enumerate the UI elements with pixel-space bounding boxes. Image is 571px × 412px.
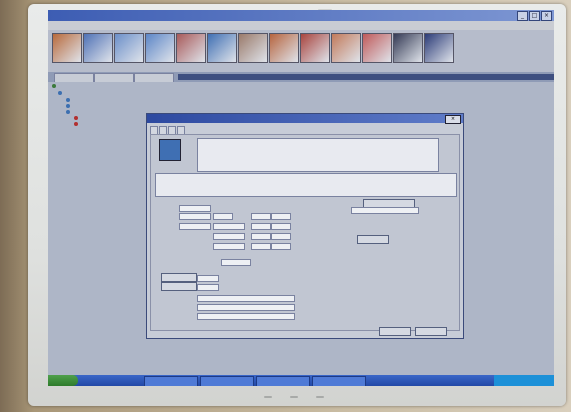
panel-button[interactable]	[161, 273, 197, 282]
item-icon	[66, 104, 70, 108]
toolbar-button-label	[360, 63, 392, 69]
toolbar-button-label	[50, 63, 82, 69]
item-icon	[66, 110, 70, 114]
text-field[interactable]	[179, 205, 211, 212]
header-text-box	[197, 138, 439, 172]
system-tray	[494, 375, 554, 386]
toolbar-button[interactable]	[331, 33, 361, 63]
toolbar-button[interactable]	[269, 33, 299, 63]
dialog-icon	[159, 139, 181, 161]
toolbar-button-label	[112, 63, 144, 69]
tree-node[interactable]	[74, 116, 80, 120]
folder-icon	[58, 91, 62, 95]
text-field[interactable]	[271, 213, 291, 220]
toolbar-button-label	[391, 63, 423, 69]
dialog-tabs	[150, 126, 185, 135]
text-field[interactable]	[251, 213, 271, 220]
item-icon	[74, 122, 78, 126]
menu-bar	[48, 21, 554, 30]
text-field[interactable]	[251, 233, 271, 240]
text-field[interactable]	[271, 233, 291, 240]
dialog-panel	[150, 134, 460, 331]
toolbar	[48, 30, 554, 72]
toolbar-button[interactable]	[176, 33, 206, 63]
panel-button[interactable]	[161, 282, 197, 291]
toolbar-button[interactable]	[393, 33, 423, 63]
taskbar-item[interactable]	[312, 376, 366, 386]
maximize-button[interactable]: □	[529, 11, 540, 21]
text-field[interactable]	[221, 259, 251, 266]
text-field[interactable]	[351, 207, 419, 214]
text-field[interactable]	[251, 223, 271, 230]
toolbar-button-label	[143, 63, 175, 69]
start-button[interactable]	[48, 375, 78, 386]
toolbar-button[interactable]	[300, 33, 330, 63]
close-button[interactable]: ×	[541, 11, 552, 21]
taskbar-item[interactable]	[256, 376, 310, 386]
tree-node[interactable]	[58, 91, 64, 95]
toolbar-button[interactable]	[114, 33, 144, 63]
text-field[interactable]	[271, 243, 291, 250]
ok-button[interactable]	[379, 327, 411, 336]
text-field[interactable]	[251, 243, 271, 250]
text-field[interactable]	[197, 304, 295, 311]
tree-node[interactable]	[66, 98, 72, 102]
text-field[interactable]	[213, 243, 245, 250]
toolbar-button-label	[422, 63, 454, 69]
window-controls: _ □ ×	[517, 11, 552, 21]
header-band	[178, 74, 554, 80]
text-field[interactable]	[213, 233, 245, 240]
item-icon	[74, 116, 78, 120]
text-field[interactable]	[179, 223, 211, 230]
panel-button[interactable]	[357, 235, 389, 244]
toolbar-button[interactable]	[52, 33, 82, 63]
toolbar-button[interactable]	[207, 33, 237, 63]
text-field[interactable]	[197, 295, 295, 302]
folder-icon	[52, 84, 56, 88]
tree-node[interactable]	[74, 122, 80, 126]
taskbar	[48, 375, 554, 386]
toolbar-button-label	[267, 63, 299, 69]
toolbar-button-label	[81, 63, 113, 69]
text-field[interactable]	[197, 313, 295, 320]
cancel-button[interactable]	[415, 327, 447, 336]
toolbar-button[interactable]	[238, 33, 268, 63]
text-field[interactable]	[197, 275, 219, 282]
toolbar-button-label	[329, 63, 361, 69]
monitor-menu-button[interactable]	[290, 396, 298, 398]
dialog-window: ×	[146, 113, 464, 339]
toolbar-button-label	[298, 63, 330, 69]
toolbar-button[interactable]	[362, 33, 392, 63]
tree-node[interactable]	[66, 104, 72, 108]
toolbar-button-label	[174, 63, 206, 69]
toolbar-button-label	[205, 63, 237, 69]
screen: _ □ × ×	[48, 10, 554, 386]
text-field[interactable]	[271, 223, 291, 230]
tree-node[interactable]	[66, 110, 72, 114]
text-field[interactable]	[179, 213, 211, 220]
monitor-brightness-button[interactable]	[316, 396, 324, 398]
monitor-power-button[interactable]	[264, 396, 272, 398]
toolbar-button-label	[236, 63, 268, 69]
text-field[interactable]	[213, 213, 233, 220]
taskbar-item[interactable]	[200, 376, 254, 386]
toolbar-button[interactable]	[83, 33, 113, 63]
tree-node[interactable]	[52, 84, 58, 88]
text-field[interactable]	[213, 223, 245, 230]
item-icon	[66, 98, 70, 102]
taskbar-item[interactable]	[144, 376, 198, 386]
description-box[interactable]	[155, 173, 457, 197]
dialog-titlebar: ×	[147, 114, 463, 124]
minimize-button[interactable]: _	[517, 11, 528, 21]
text-field[interactable]	[197, 284, 219, 291]
toolbar-button[interactable]	[424, 33, 454, 63]
app-titlebar: _ □ ×	[48, 10, 554, 21]
toolbar-button[interactable]	[145, 33, 175, 63]
dialog-close-button[interactable]: ×	[445, 115, 461, 124]
